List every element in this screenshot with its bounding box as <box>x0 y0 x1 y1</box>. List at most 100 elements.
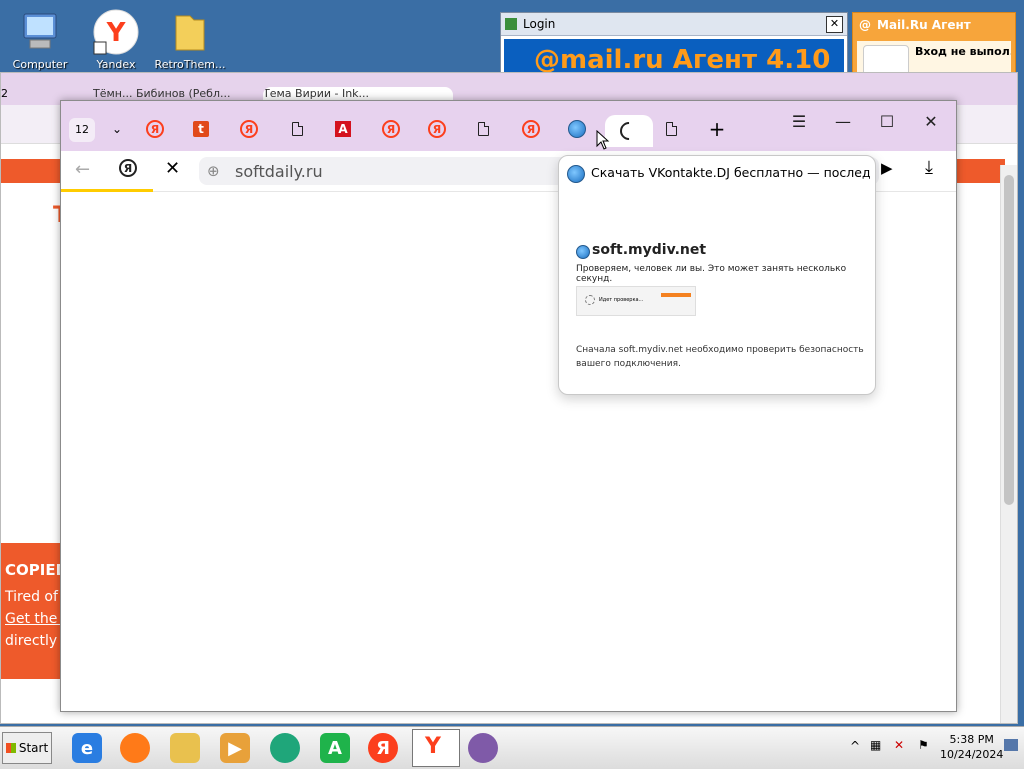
folder-icon <box>166 8 214 56</box>
agent-title: Mail.Ru Агент <box>877 18 971 32</box>
media-player-icon[interactable]: ▶ <box>220 733 250 763</box>
close-button[interactable]: ✕ <box>917 109 945 133</box>
preview-check-text: Проверяем, человек ли вы. Это может заня… <box>576 264 847 284</box>
a-icon: A <box>335 121 351 137</box>
login-titlebar: Login <box>501 13 847 36</box>
preview-note: Сначала soft.mydiv.net необходимо провер… <box>576 345 864 369</box>
desktop-icon-retrothemes[interactable]: RetroThem... <box>152 4 228 71</box>
show-desktop-icon[interactable] <box>1004 739 1018 751</box>
yandex-icon: Я <box>240 120 258 138</box>
t-icon: t <box>193 121 209 137</box>
tab-list-chevron[interactable]: ⌄ <box>103 115 131 143</box>
firefox-icon[interactable] <box>120 733 150 763</box>
play-icon: ▶ <box>881 159 893 177</box>
bg-tab-count[interactable]: 2 <box>1 87 8 100</box>
yandex-icon: Я <box>522 120 540 138</box>
globe-icon <box>567 165 585 183</box>
arrow-left-icon: ← <box>75 159 91 180</box>
back-button[interactable]: ← <box>75 159 90 180</box>
svg-text:Y: Y <box>106 18 127 48</box>
network-icon[interactable]: ▦ <box>870 738 881 752</box>
close-icon: ✕ <box>924 111 938 131</box>
file-explorer-icon[interactable] <box>170 733 200 763</box>
internet-explorer-icon[interactable]: e <box>72 733 102 763</box>
new-tab-button[interactable]: + <box>703 115 731 143</box>
tab-hovered[interactable] <box>563 115 591 143</box>
bg-tab-2[interactable]: Тема Вирии - Ink... <box>263 87 453 100</box>
chevron-down-icon: ⌄ <box>111 122 123 136</box>
tab[interactable]: Я <box>517 115 545 143</box>
globe-icon: ⊕ <box>207 162 220 180</box>
loading-progress <box>61 189 153 192</box>
plus-icon: + <box>708 117 726 141</box>
messenger-icon[interactable] <box>270 733 300 763</box>
agent-titlebar: @ Mail.Ru Агент <box>853 13 1015 37</box>
cloudflare-logo-icon <box>661 293 691 297</box>
start-button[interactable]: Start <box>2 732 52 764</box>
tab[interactable] <box>469 115 497 143</box>
tor-icon[interactable] <box>468 733 498 763</box>
tab-count-button[interactable]: 12 <box>69 118 95 142</box>
volume-muted-icon[interactable]: ✕ <box>894 738 904 752</box>
document-icon <box>291 122 303 136</box>
tabbar: 12 ⌄ Я t Я A Я Я Я + ☰ — ☐ ✕ <box>61 101 956 151</box>
login-close-button[interactable]: ✕ <box>826 16 843 33</box>
desktop-icon-label: RetroThem... <box>154 58 226 71</box>
menu-button[interactable]: ☰ <box>785 109 813 133</box>
bg-tab-1[interactable]: Тёмн... Бибинов (Ребл... <box>93 87 233 100</box>
yandex-icon: Я <box>382 120 400 138</box>
login-app-icon <box>505 18 517 30</box>
bg-scrollbar[interactable] <box>1000 165 1017 723</box>
start-label: Start <box>18 741 49 755</box>
minimize-button[interactable]: — <box>829 109 857 133</box>
computer-icon <box>16 8 64 56</box>
download-icon: ⤓ <box>925 157 933 178</box>
tab-preview-popup[interactable]: Скачать VKontakte.DJ бесплатно — последн… <box>558 155 876 395</box>
tab[interactable]: Я <box>141 115 169 143</box>
app-a-icon[interactable]: A <box>320 733 350 763</box>
tab-active[interactable] <box>605 115 653 147</box>
desktop-icon-label: Computer <box>12 58 68 71</box>
desktop-icon-label: Yandex <box>96 58 136 71</box>
tab[interactable]: t <box>187 115 215 143</box>
yandex-home-button[interactable]: Я <box>119 159 137 177</box>
agent-at-icon: @ <box>859 18 871 32</box>
hamburger-icon: ☰ <box>791 111 807 131</box>
document-icon <box>477 122 489 136</box>
preview-site-name: soft.mydiv.net <box>592 242 707 258</box>
cf-label: Идет проверка... <box>599 297 644 303</box>
minimize-icon: — <box>835 111 851 131</box>
loading-icon <box>616 118 642 144</box>
tab[interactable]: Я <box>423 115 451 143</box>
tab[interactable]: Я <box>377 115 405 143</box>
tab[interactable]: Я <box>235 115 263 143</box>
tab[interactable]: A <box>329 115 357 143</box>
agent-status: Вход не выпол... <box>915 45 1011 58</box>
maximize-button[interactable]: ☐ <box>873 109 901 133</box>
bg-scroll-thumb[interactable] <box>1004 175 1014 505</box>
site-favicon-icon <box>576 245 590 259</box>
desktop-icon-computer[interactable]: Computer <box>2 4 78 71</box>
yandex-browser-icon: Y <box>425 734 441 759</box>
media-button[interactable]: ▶ <box>881 159 893 177</box>
taskbar-yandex-browser-active[interactable]: Y <box>412 729 460 767</box>
tab[interactable] <box>657 115 685 143</box>
downloads-button[interactable]: ⤓ <box>925 157 933 178</box>
clock[interactable]: 5:38 PM 10/24/2024 <box>940 732 1003 762</box>
preview-title: Скачать VKontakte.DJ бесплатно — последн… <box>591 165 871 180</box>
tray-chevron-icon[interactable]: ^ <box>850 739 860 753</box>
stop-button[interactable]: ✕ <box>165 158 180 179</box>
maximize-icon: ☐ <box>879 111 895 131</box>
yandex-icon: Я <box>119 159 137 177</box>
spinner-icon <box>585 295 595 305</box>
tab[interactable] <box>283 115 311 143</box>
cloudflare-widget: Идет проверка... <box>576 286 696 316</box>
globe-icon <box>568 120 586 138</box>
taskbar: Start e ▶ A Я Y ^ ▦ ✕ ⚑ 5:38 PM 10/24/20… <box>0 726 1024 769</box>
yandex-icon: Я <box>146 120 164 138</box>
login-title: Login <box>523 17 556 31</box>
desktop-icon-yandex[interactable]: Y Yandex <box>78 4 154 71</box>
yandex-icon: Я <box>428 120 446 138</box>
flag-icon[interactable]: ⚑ <box>918 738 929 752</box>
yandex-icon[interactable]: Я <box>368 733 398 763</box>
